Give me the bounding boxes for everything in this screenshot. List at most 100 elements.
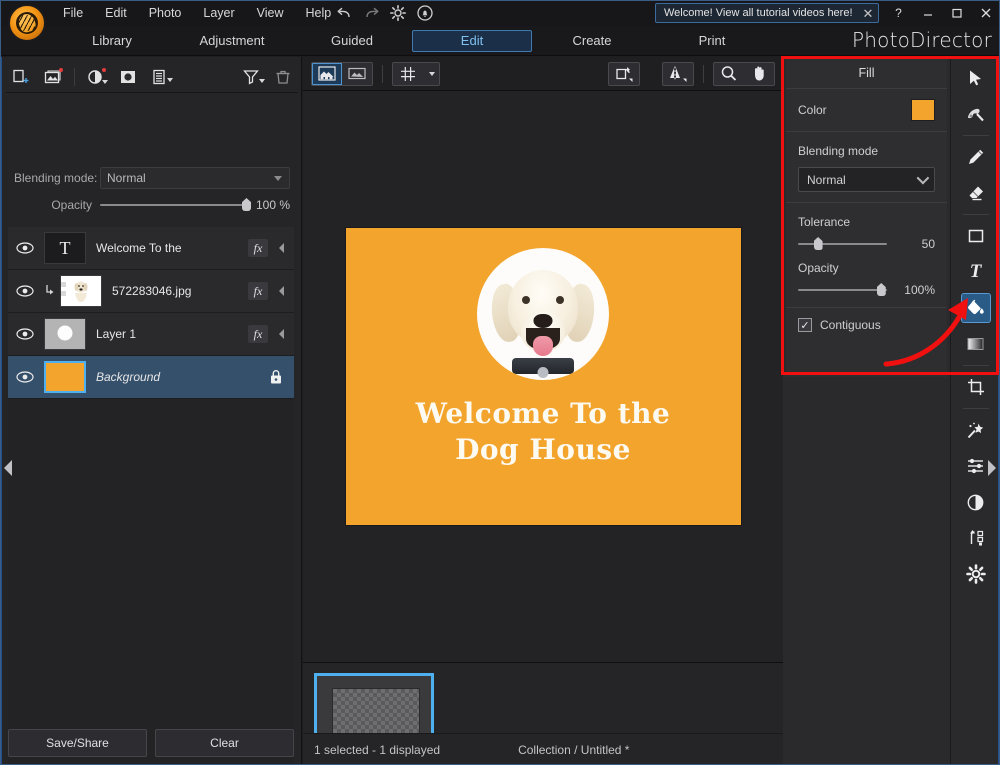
chevron-down-icon[interactable] [167,77,173,82]
artboard[interactable]: Welcome To the Dog House [345,228,741,525]
contrast-tool-icon[interactable] [961,487,991,517]
gear-icon[interactable] [386,2,410,24]
chevron-left-icon[interactable] [274,243,288,253]
notification-bell-icon[interactable] [413,2,437,24]
module-tab-guided[interactable]: Guided [292,30,412,52]
fill-bucket-tool-icon[interactable] [960,293,991,323]
layer-thumbnail[interactable]: T [44,232,86,264]
close-window-button[interactable] [971,0,1000,26]
minimize-button[interactable] [913,0,942,26]
view-compare-photo-icon[interactable] [342,62,372,85]
fill-tolerance-label: Tolerance [798,215,851,229]
menu-layer[interactable]: Layer [192,2,245,24]
fill-tolerance-slider[interactable] [798,237,887,251]
chevron-left-icon[interactable] [274,329,288,339]
fill-blending-mode-select[interactable]: Normal [798,167,935,192]
layer-options-icon[interactable] [145,64,175,90]
layer-thumbnail[interactable] [44,361,86,393]
arrange-layers-tool-icon[interactable] [961,523,991,553]
delete-layer-icon[interactable] [268,64,298,90]
chevron-down-icon[interactable] [259,78,265,83]
settings-gear-tool-icon[interactable] [961,559,991,589]
canvas-viewport[interactable]: Welcome To the Dog House [303,91,783,662]
tutorial-toast[interactable]: Welcome! View all tutorial videos here! … [655,3,880,23]
chevron-down-icon[interactable] [102,79,108,84]
eraser-tool-icon[interactable] [961,178,991,208]
list-item[interactable]: Background [86,370,264,384]
layer-fx-badge[interactable]: fx [248,282,268,300]
view-single-photo-icon[interactable] [312,62,342,85]
selection-arrow-tool-icon[interactable] [961,63,991,93]
adjustment-layer-icon[interactable] [81,64,111,90]
table-row[interactable]: 572283046.jpg fx [8,270,294,313]
hand-pan-tool-icon[interactable] [744,62,774,85]
add-layer-icon[interactable] [6,64,36,90]
table-row[interactable]: T Welcome To the fx [8,227,294,270]
contiguous-checkbox[interactable]: ✓ [798,318,812,332]
effects-wand-tool-icon[interactable] [961,415,991,445]
titlebar-icon-group [332,0,437,26]
table-row[interactable]: Background [8,356,294,399]
gradient-tool-icon[interactable] [961,329,991,359]
close-icon[interactable]: ✕ [863,7,874,20]
shape-rectangle-tool-icon[interactable] [961,221,991,251]
menu-edit[interactable]: Edit [94,2,138,24]
module-tab-edit[interactable]: Edit [412,30,532,52]
lock-icon[interactable] [264,369,288,385]
layer-mask-icon[interactable] [113,64,143,90]
redo-icon[interactable] [359,2,383,24]
module-tab-create[interactable]: Create [532,30,652,52]
chevron-left-icon[interactable] [274,286,288,296]
slider-track [798,289,887,291]
layer-fx-badge[interactable]: fx [248,325,268,343]
chevron-down-icon[interactable] [423,62,439,85]
menu-photo[interactable]: Photo [138,2,193,24]
eye-icon[interactable] [8,285,42,297]
slider-knob[interactable] [876,283,886,296]
filter-layers-icon[interactable] [236,64,266,90]
crop-tool-icon[interactable] [961,372,991,402]
fill-opacity-value: 100% [904,283,935,297]
save-share-button[interactable]: Save/Share [8,729,147,757]
layer-blending-mode-label: Blending mode: [14,171,98,185]
eye-icon[interactable] [8,328,42,340]
fill-opacity-slider[interactable] [798,283,887,297]
rotate-photo-icon[interactable] [608,61,640,86]
contiguous-checkbox-row[interactable]: ✓ Contiguous [798,318,935,332]
maximize-button[interactable] [942,0,971,26]
layer-thumbnail[interactable] [60,275,102,307]
list-item[interactable]: Layer 1 [86,327,248,341]
undo-icon[interactable] [332,2,356,24]
pencil-brush-tool-icon[interactable] [961,142,991,172]
layer-opacity-slider[interactable] [100,198,251,212]
module-tab-print[interactable]: Print [652,30,772,52]
collapse-right-panel-icon[interactable] [985,453,997,483]
fill-color-swatch[interactable] [911,99,935,121]
eye-icon[interactable] [8,242,42,254]
table-row[interactable]: Layer 1 fx [8,313,294,356]
module-tab-adjustment[interactable]: Adjustment [172,30,292,52]
selection-info: 1 selected - 1 displayed [314,742,441,757]
help-button[interactable]: ? [884,0,913,26]
flip-photo-icon[interactable] [662,61,694,86]
zoom-tool-icon[interactable] [714,62,744,85]
module-tab-library[interactable]: Library [52,30,172,52]
window-controls: ? [884,0,1000,26]
magic-wand-tool-icon[interactable] [961,99,991,129]
layer-fx-badge[interactable]: fx [248,239,268,257]
layer-thumbnail[interactable] [44,318,86,350]
text-tool-icon[interactable]: T [961,257,991,287]
list-item[interactable]: Welcome To the [86,241,248,255]
grid-group [392,61,440,86]
chevron-down-icon [274,175,282,181]
collapse-left-panel-icon[interactable] [2,453,14,483]
layer-blending-mode-select[interactable]: Normal [100,167,290,189]
menu-file[interactable]: File [52,2,94,24]
slider-knob[interactable] [813,237,823,250]
clear-button[interactable]: Clear [155,729,294,757]
add-photo-layer-icon[interactable] [38,64,68,90]
eye-icon[interactable] [8,371,42,383]
list-item[interactable]: 572283046.jpg [102,284,248,298]
grid-overlay-icon[interactable] [393,62,423,85]
menu-view[interactable]: View [246,2,295,24]
